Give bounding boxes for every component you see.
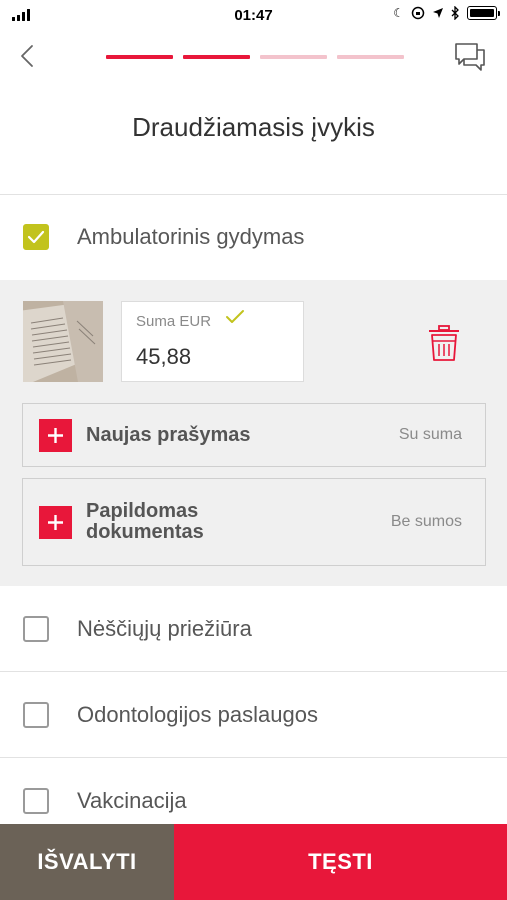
delete-button[interactable] bbox=[426, 324, 462, 362]
progress-step-complete bbox=[106, 55, 173, 59]
category-label: Ambulatorinis gydymas bbox=[77, 224, 305, 249]
checkbox-checked[interactable] bbox=[23, 224, 49, 250]
clear-button[interactable]: IŠVALYTI bbox=[0, 824, 174, 900]
chat-button[interactable] bbox=[453, 40, 487, 72]
status-bar: 01:47 ☾ bbox=[0, 0, 507, 32]
extra-document-hint: Be sumos bbox=[390, 513, 462, 530]
category-label: Nėščiųjų priežiūra bbox=[77, 616, 252, 641]
extra-document-button[interactable]: Papildomas dokumentas Be sumos bbox=[22, 478, 486, 566]
amount-value: 45,88 bbox=[136, 344, 192, 369]
status-icons: ☾ bbox=[393, 6, 500, 20]
bluetooth-icon bbox=[451, 6, 459, 20]
trash-icon bbox=[429, 325, 459, 361]
document-photo bbox=[23, 301, 103, 382]
extra-document-title-line2: dokumentas bbox=[86, 521, 204, 543]
document-thumbnail[interactable] bbox=[23, 301, 103, 382]
plus-icon bbox=[39, 418, 72, 452]
checkbox-unchecked[interactable] bbox=[23, 788, 49, 814]
category-dental-services[interactable]: Odontologijos paslaugos bbox=[0, 672, 507, 758]
progress-step-pending bbox=[260, 55, 327, 59]
back-button[interactable] bbox=[16, 42, 40, 70]
new-request-title: Naujas prašymas bbox=[86, 423, 251, 446]
new-request-hint: Su suma bbox=[398, 426, 462, 443]
checkbox-unchecked[interactable] bbox=[23, 702, 49, 728]
category-label: Odontologijos paslaugos bbox=[77, 702, 318, 727]
step-progress bbox=[106, 55, 404, 59]
checkbox-unchecked[interactable] bbox=[23, 616, 49, 642]
claim-panel: Suma EUR 45,88 Naujas prašymas Su suma P… bbox=[0, 280, 507, 586]
progress-step-pending bbox=[337, 55, 404, 59]
moon-icon: ☾ bbox=[393, 6, 404, 20]
extra-document-title-line1: Papildomas bbox=[86, 500, 199, 522]
rotation-lock-icon bbox=[411, 6, 425, 20]
amount-label: Suma EUR bbox=[136, 313, 212, 330]
category-ambulatory-treatment[interactable]: Ambulatorinis gydymas bbox=[0, 194, 507, 280]
back-chevron-icon bbox=[21, 45, 33, 67]
page-title: Draudžiamasis įvykis bbox=[132, 112, 375, 142]
chat-icon bbox=[455, 43, 485, 71]
valid-check-icon bbox=[226, 310, 244, 323]
continue-button[interactable]: TĘSTI bbox=[174, 824, 507, 900]
category-pregnancy-care[interactable]: Nėščiųjų priežiūra bbox=[0, 586, 507, 672]
checkmark-icon bbox=[27, 230, 45, 244]
location-icon bbox=[433, 8, 443, 18]
plus-icon bbox=[39, 505, 72, 539]
new-request-button[interactable]: Naujas prašymas Su suma bbox=[22, 403, 486, 467]
category-label: Vakcinacija bbox=[77, 788, 187, 813]
extra-document-title: Papildomas dokumentas bbox=[86, 501, 204, 543]
amount-field[interactable]: Suma EUR 45,88 bbox=[121, 301, 304, 382]
battery-icon bbox=[467, 6, 500, 20]
progress-step-complete bbox=[183, 55, 250, 59]
